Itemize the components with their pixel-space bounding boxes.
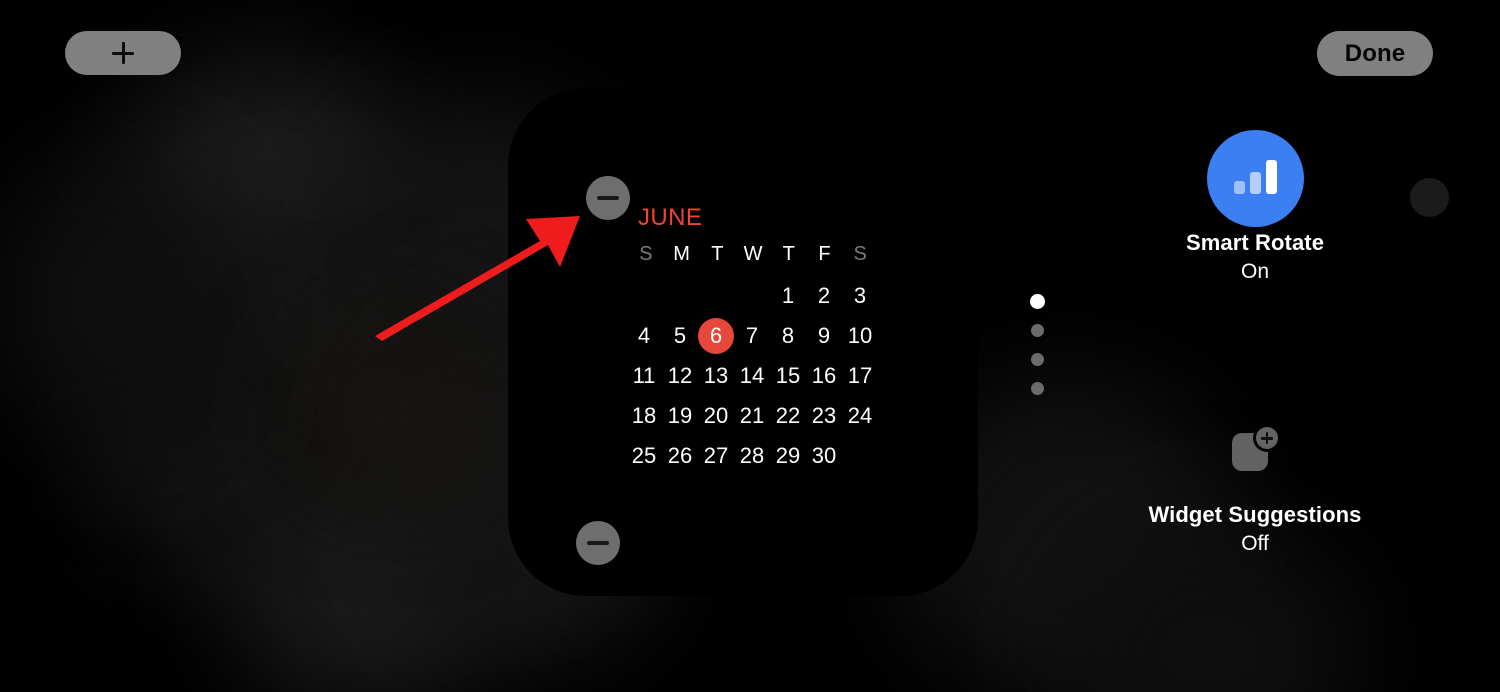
plus-icon bbox=[112, 42, 134, 64]
calendar-day[interactable]: 23 bbox=[806, 398, 842, 434]
add-widget-button[interactable] bbox=[65, 31, 181, 75]
calendar-day[interactable]: 25 bbox=[626, 438, 662, 474]
calendar-day[interactable]: 29 bbox=[770, 438, 806, 474]
glow-blob bbox=[300, 330, 480, 490]
calendar-day[interactable]: 14 bbox=[734, 358, 770, 394]
weekday-label: T bbox=[711, 243, 724, 265]
page-dot[interactable] bbox=[1031, 382, 1044, 395]
calendar-day[interactable]: 12 bbox=[662, 358, 698, 394]
bar-chart-bars bbox=[1233, 159, 1277, 194]
weekday-label: S bbox=[639, 243, 653, 265]
calendar-day[interactable]: 8 bbox=[770, 318, 806, 354]
page-dot[interactable] bbox=[1031, 353, 1044, 366]
weekday-label: T bbox=[782, 243, 795, 265]
calendar-day[interactable]: 1 bbox=[770, 278, 806, 314]
calendar-day[interactable]: 11 bbox=[626, 358, 662, 394]
widget-plus-icon bbox=[1232, 427, 1278, 473]
calendar-day[interactable]: 16 bbox=[806, 358, 842, 394]
calendar-day[interactable]: 22 bbox=[770, 398, 806, 434]
calendar-day[interactable]: 28 bbox=[734, 438, 770, 474]
calendar-widget-content: JUNE S M T W T F S 1 2 3 4 5 6 7 8 9 10 11 12 13 14 15… bbox=[508, 88, 978, 596]
page-dot[interactable] bbox=[1031, 324, 1044, 337]
smart-rotate-icon-wrap bbox=[1090, 129, 1420, 227]
widget-suggestions-icon-wrap bbox=[1090, 402, 1420, 498]
calendar-day[interactable]: 5 bbox=[662, 318, 698, 354]
calendar-day[interactable]: 7 bbox=[734, 318, 770, 354]
done-button[interactable]: Done bbox=[1317, 31, 1433, 76]
remove-widget-button-top[interactable] bbox=[586, 176, 630, 220]
calendar-day[interactable]: 10 bbox=[842, 318, 878, 354]
calendar-week-row: 18 19 20 21 22 23 24 bbox=[626, 398, 882, 438]
glow-blob bbox=[0, 150, 240, 450]
minus-icon bbox=[587, 541, 609, 545]
setting-widget-suggestions[interactable]: Widget Suggestions Off bbox=[1090, 402, 1420, 556]
calendar-day-today[interactable]: 6 bbox=[698, 318, 734, 354]
calendar-day[interactable]: 17 bbox=[842, 358, 878, 394]
calendar-day-grid: 1 2 3 4 5 6 7 8 9 10 11 12 13 14 15 16 17 18 19 20 21 22 23 24 2… bbox=[626, 278, 882, 478]
setting-title: Smart Rotate bbox=[1185, 230, 1325, 255]
setting-value: On bbox=[1240, 260, 1269, 283]
calendar-day[interactable]: 30 bbox=[806, 438, 842, 474]
top-bar: Done bbox=[0, 0, 1500, 105]
calendar-day[interactable]: 24 bbox=[842, 398, 878, 434]
bar-chart-icon bbox=[1206, 129, 1304, 227]
setting-value: Off bbox=[1241, 532, 1269, 555]
remove-widget-button-bottom[interactable] bbox=[576, 521, 620, 565]
weekday-label: S bbox=[853, 243, 867, 265]
calendar-week-row: 11 12 13 14 15 16 17 bbox=[626, 358, 882, 398]
bar-2 bbox=[1249, 171, 1261, 194]
bar-3 bbox=[1265, 159, 1277, 194]
calendar-day[interactable]: 9 bbox=[806, 318, 842, 354]
calendar-day[interactable]: 18 bbox=[626, 398, 662, 434]
calendar-day[interactable]: 2 bbox=[806, 278, 842, 314]
calendar-day[interactable]: 15 bbox=[770, 358, 806, 394]
calendar-day[interactable]: 26 bbox=[662, 438, 698, 474]
page-dot[interactable] bbox=[1030, 294, 1045, 309]
calendar-week-row: 4 5 6 7 8 9 10 bbox=[626, 318, 882, 358]
minus-icon bbox=[597, 196, 619, 200]
setting-smart-rotate[interactable]: Smart Rotate On bbox=[1090, 129, 1420, 284]
page-indicator[interactable] bbox=[1030, 294, 1045, 411]
bar-1 bbox=[1233, 180, 1245, 194]
calendar-month-label: JUNE bbox=[638, 204, 703, 231]
calendar-day[interactable]: 4 bbox=[626, 318, 662, 354]
weekday-label: W bbox=[743, 243, 763, 265]
calendar-week-row: 123 bbox=[626, 278, 882, 318]
calendar-day[interactable]: 13 bbox=[698, 358, 734, 394]
calendar-day[interactable]: 20 bbox=[698, 398, 734, 434]
weekday-label: M bbox=[673, 243, 690, 265]
weekday-label: F bbox=[818, 243, 831, 265]
plus-badge-icon bbox=[1256, 427, 1278, 449]
setting-title: Widget Suggestions bbox=[1148, 502, 1362, 527]
calendar-day[interactable]: 21 bbox=[734, 398, 770, 434]
watch-widget-edit-screen: JUNE S M T W T F S 1 2 3 4 5 6 7 8 9 10 11 12 13 14 15… bbox=[0, 0, 1500, 692]
calendar-day[interactable]: 27 bbox=[698, 438, 734, 474]
calendar-week-row: 25 26 27 28 29 30 bbox=[626, 438, 882, 478]
calendar-weekday-header: S M T W T F S bbox=[628, 243, 878, 266]
calendar-day[interactable]: 3 bbox=[842, 278, 878, 314]
calendar-day[interactable]: 19 bbox=[662, 398, 698, 434]
